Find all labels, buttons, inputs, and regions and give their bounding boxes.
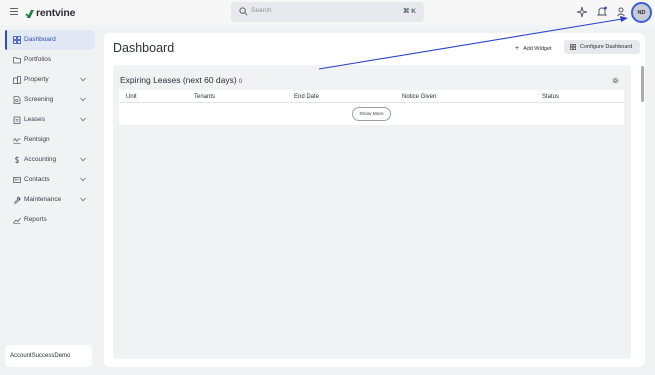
chevron-down-icon[interactable] xyxy=(80,77,86,82)
settings-gear-icon[interactable] xyxy=(612,77,619,84)
sidebar-item-reports[interactable]: Reports xyxy=(5,210,95,230)
page-title: Dashboard xyxy=(113,41,175,55)
widget-title-text: Expiring Leases (next 60 days) xyxy=(120,75,237,85)
building-icon xyxy=(13,76,21,84)
avatar-initials: ND xyxy=(637,9,646,16)
brand-logo[interactable]: rentvine xyxy=(25,6,75,20)
expiring-leases-widget: Expiring Leases (next 60 days) 0 Unit Ten… xyxy=(113,65,631,359)
widget-count[interactable]: 0 xyxy=(239,79,242,85)
sidebar-item-portfolios[interactable]: Portfolios xyxy=(5,50,95,70)
search-placeholder: Search xyxy=(251,7,272,14)
document-search-icon xyxy=(13,96,21,104)
grid-icon xyxy=(13,36,21,44)
account-switcher[interactable]: AccountSuccessDemo xyxy=(5,345,92,367)
sidebar-item-leases[interactable]: Leases xyxy=(5,110,95,130)
chevron-down-icon[interactable] xyxy=(80,97,86,102)
show-more-button[interactable]: Show More xyxy=(352,107,391,121)
sidebar-item-label: Dashboard xyxy=(24,36,56,43)
column-header-status[interactable]: Status xyxy=(542,94,559,100)
top-bar: rentvine Search ⌘ K ND xyxy=(0,0,655,25)
menu-icon[interactable] xyxy=(10,8,18,15)
search-shortcut: ⌘ K xyxy=(403,8,416,15)
sidebar: Dashboard Portfolios Property Screening … xyxy=(5,30,95,230)
show-more-label: Show More xyxy=(359,111,384,117)
sidebar-item-screening[interactable]: Screening xyxy=(5,90,95,110)
contact-card-icon xyxy=(13,177,21,183)
dollar-icon xyxy=(15,156,19,164)
sidebar-item-label: Rentsign xyxy=(24,136,50,143)
scrollbar[interactable] xyxy=(641,66,644,102)
rentvine-leaf-icon xyxy=(25,9,34,18)
clipboard-icon xyxy=(13,116,21,124)
sidebar-item-label: Portfolios xyxy=(24,56,52,63)
bell-icon[interactable] xyxy=(596,6,608,18)
sidebar-item-label: Accounting xyxy=(24,156,57,163)
column-header-tenants[interactable]: Tenants xyxy=(194,94,215,100)
main-panel: Dashboard + Add Widget Configure Dashboa… xyxy=(104,33,645,367)
user-avatar[interactable]: ND xyxy=(631,2,652,23)
sidebar-item-property[interactable]: Property xyxy=(5,70,95,90)
sidebar-item-dashboard[interactable]: Dashboard xyxy=(5,30,95,50)
account-name: AccountSuccessDemo xyxy=(10,353,71,359)
sidebar-item-label: Maintenance xyxy=(24,196,62,203)
configure-dashboard-button[interactable]: Configure Dashboard xyxy=(564,40,640,54)
sidebar-item-accounting[interactable]: Accounting xyxy=(5,150,95,170)
add-widget-button[interactable]: + Add Widget xyxy=(515,43,552,54)
signature-icon xyxy=(13,138,21,144)
add-widget-label: Add Widget xyxy=(523,45,552,52)
configure-dashboard-label: Configure Dashboard xyxy=(580,44,633,50)
sidebar-item-label: Property xyxy=(24,76,49,83)
expiring-leases-table: Unit Tenants End Date Notice Given Statu… xyxy=(119,90,624,125)
sidebar-item-maintenance[interactable]: Maintenance xyxy=(5,190,95,210)
sidebar-item-label: Leases xyxy=(24,116,45,123)
plus-icon: + xyxy=(515,45,520,52)
person-icon[interactable] xyxy=(615,6,627,18)
sidebar-item-label: Reports xyxy=(24,216,47,223)
sidebar-item-label: Contacts xyxy=(24,176,50,183)
sidebar-item-label: Screening xyxy=(24,96,54,103)
search-icon xyxy=(239,7,248,16)
sidebar-item-rentsign[interactable]: Rentsign xyxy=(5,130,95,150)
folder-icon xyxy=(13,57,21,64)
widget-title: Expiring Leases (next 60 days) 0 xyxy=(120,75,242,85)
column-header-unit[interactable]: Unit xyxy=(126,94,137,100)
column-header-notice-given[interactable]: Notice Given xyxy=(402,94,436,100)
sidebar-item-contacts[interactable]: Contacts xyxy=(5,170,95,190)
grid-icon xyxy=(570,44,576,50)
chevron-down-icon[interactable] xyxy=(80,177,86,182)
chevron-down-icon[interactable] xyxy=(80,117,86,122)
search-input[interactable]: Search ⌘ K xyxy=(231,2,424,22)
brand-name: rentvine xyxy=(36,7,76,19)
wrench-icon xyxy=(13,196,21,204)
chevron-down-icon[interactable] xyxy=(80,157,86,162)
column-header-end-date[interactable]: End Date xyxy=(294,94,319,100)
sparkle-icon[interactable] xyxy=(576,6,588,18)
table-header: Unit Tenants End Date Notice Given Statu… xyxy=(119,90,624,103)
chart-icon xyxy=(13,217,21,224)
chevron-down-icon[interactable] xyxy=(80,197,86,202)
